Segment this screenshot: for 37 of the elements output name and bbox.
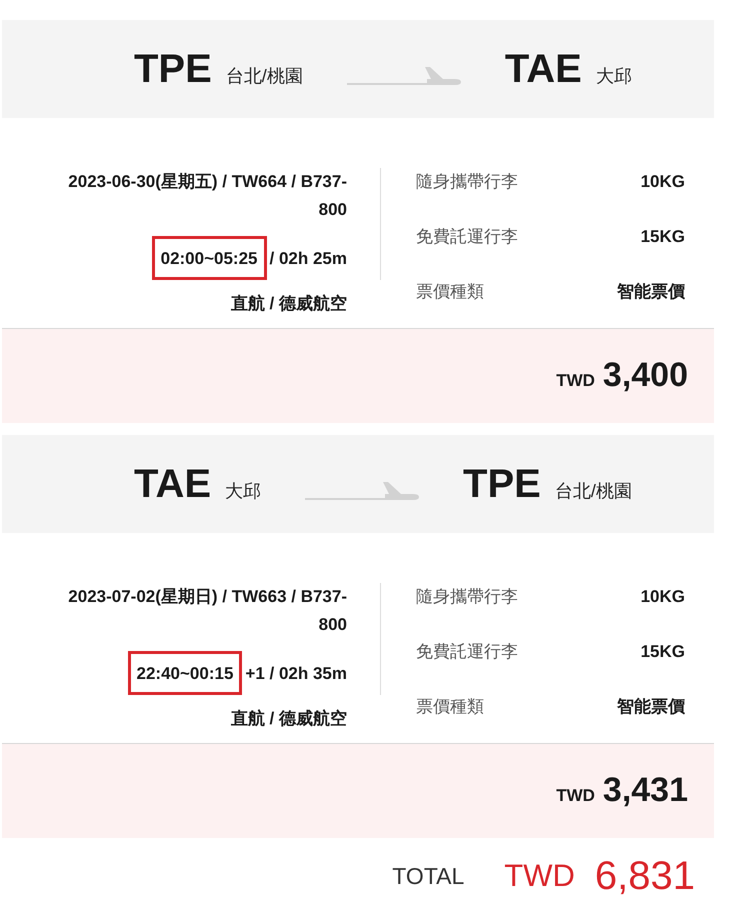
flight-path-plane-icon [305,481,420,501]
price-amount: 3,400 [602,358,688,392]
origin-city: 台北/桃園 [226,67,303,85]
price-currency: TWD [556,785,595,808]
detail-label: 免費託運行李 [416,640,518,663]
flight-route: 直航 / 德威航空 [230,708,347,730]
flight-time: 02:00~05:25 [152,236,266,280]
detail-label: 隨身攜帶行李 [416,170,518,193]
price-currency: TWD [556,370,595,392]
origin-code: TAE [134,464,212,504]
total-label: TOTAL [392,862,464,891]
detail-label: 票價種類 [416,280,484,303]
destination-code: TAE [504,49,582,89]
destination-city: 台北/桃園 [554,482,632,500]
flight-time: 22:40~00:15 [128,651,242,695]
flight-duration: +1 / 02h 35m [245,664,347,682]
flight-path-plane-icon [346,66,461,86]
detail-value: 智能票價 [617,280,685,303]
destination-city: 大邱 [596,67,632,85]
detail-value: 15KG [640,226,685,248]
origin-code: TPE [134,49,212,89]
detail-value: 智能票價 [617,696,685,718]
detail-value: 10KG [640,170,685,193]
total-amount: 6,831 [594,853,695,900]
flight-info: 2023-07-02(星期日) / TW663 / B737- 800 [68,586,347,636]
price-amount: 3,431 [602,773,688,808]
flight-route: 直航 / 德威航空 [230,293,347,315]
destination-code: TPE [463,464,541,504]
detail-label: 免費託運行李 [416,226,518,248]
detail-value: 10KG [640,586,685,608]
flight-info: 2023-06-30(星期五) / TW664 / B737- 800 [68,171,347,221]
detail-label: 票價種類 [416,696,484,718]
total-currency: TWD [504,856,575,895]
flight-duration: / 02h 25m [270,250,347,266]
detail-label: 隨身攜帶行李 [416,586,518,608]
detail-value: 15KG [640,640,685,663]
origin-city: 大邱 [225,482,262,500]
